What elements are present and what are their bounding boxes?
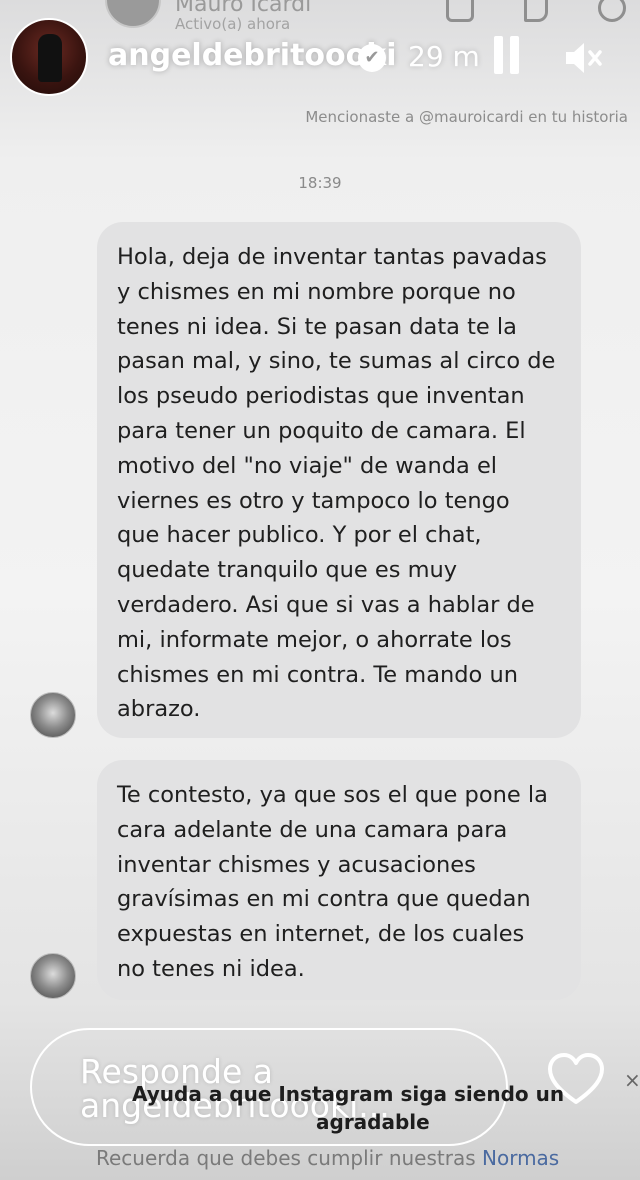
overlay-text: agradable xyxy=(316,1110,430,1134)
mention-notice: Mencionaste a @mauroicardi en tu histori… xyxy=(305,108,628,126)
message-text: Hola, deja de inventar tantas pavadas y … xyxy=(117,244,556,723)
sender-avatar xyxy=(30,692,76,738)
story-author-username[interactable]: angeldebritoooki xyxy=(108,38,397,73)
sender-avatar xyxy=(30,953,76,999)
info-icon[interactable] xyxy=(598,0,626,22)
message-bubble: Te contesto, ya que sos el que pone la c… xyxy=(97,760,581,1000)
avatar-figure xyxy=(38,34,62,82)
dm-contact-avatar xyxy=(105,0,161,28)
message-text: Te contesto, ya que sos el que pone la c… xyxy=(117,782,548,982)
flag-icon[interactable] xyxy=(524,0,548,22)
video-call-icon[interactable] xyxy=(446,0,474,22)
rules-link[interactable]: Normas xyxy=(482,1146,559,1170)
close-icon[interactable]: × xyxy=(624,1068,640,1092)
verified-check-icon: ✔ xyxy=(358,44,386,72)
overlay-rules-text: Recuerda que debes cumplir nuestras Norm… xyxy=(96,1146,559,1170)
message-bubble: Hola, deja de inventar tantas pavadas y … xyxy=(97,222,581,738)
dm-header: Mauro Icardi Activo(a) ahora xyxy=(0,0,640,33)
overlay-text: Ayuda a que Instagram siga siendo un xyxy=(132,1082,565,1106)
story-viewer: Mauro Icardi Activo(a) ahora angeldebrit… xyxy=(0,0,640,1180)
story-time-ago: 29 m xyxy=(408,40,480,73)
overlay-rules-prefix: Recuerda que debes cumplir nuestras xyxy=(96,1146,476,1170)
dm-contact-status: Activo(a) ahora xyxy=(175,15,291,33)
pause-icon[interactable] xyxy=(494,36,520,74)
story-author-avatar[interactable] xyxy=(10,18,88,96)
message-timestamp: 18:39 xyxy=(298,174,342,192)
speaker-muted-icon[interactable] xyxy=(562,38,606,78)
